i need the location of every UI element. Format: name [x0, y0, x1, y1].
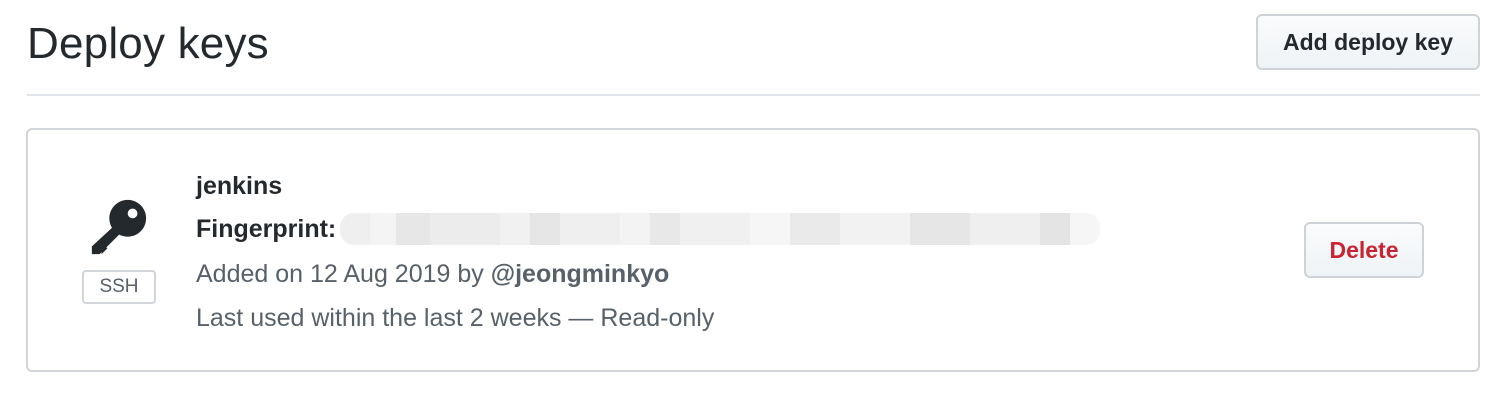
last-used-text: Last used within the last 2 weeks — Read…	[196, 304, 715, 332]
ssh-label: SSH	[82, 270, 156, 304]
added-date-text: Added on 12 Aug 2019 by	[196, 260, 484, 288]
deploy-keys-page: Deploy keys Add deploy key SSH jenkins F…	[0, 0, 1502, 406]
fingerprint-label: Fingerprint:	[196, 215, 337, 243]
fingerprint-value-redacted	[340, 213, 1101, 245]
fingerprint-row: Fingerprint:	[196, 206, 1101, 252]
key-icon	[91, 199, 147, 255]
add-deploy-key-button[interactable]: Add deploy key	[1256, 14, 1480, 70]
added-info: Added on 12 Aug 2019 by @jeongminkyo	[196, 252, 1100, 296]
key-name: jenkins	[196, 172, 283, 200]
delete-button[interactable]: Delete	[1304, 222, 1424, 278]
header-divider	[27, 94, 1480, 96]
key-details: jenkins Fingerprint: Added on 12 Aug 201…	[196, 166, 1101, 340]
page-title: Deploy keys	[27, 19, 269, 68]
deploy-key-item: SSH jenkins Fingerprint: Added on 12 Aug…	[26, 128, 1480, 372]
added-by-user: @jeongminkyo	[490, 260, 670, 288]
